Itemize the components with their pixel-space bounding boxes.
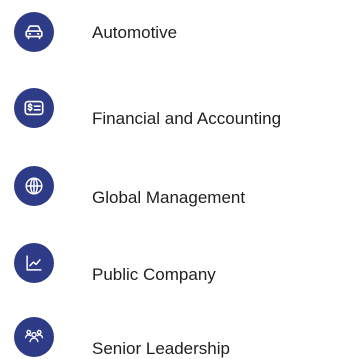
- category-item-automotive[interactable]: Automotive: [14, 12, 344, 52]
- category-item-senior-leadership[interactable]: Senior Leadership: [14, 317, 344, 358]
- car-icon: [14, 12, 54, 52]
- category-label-financial-and-accounting: Financial and Accounting: [92, 109, 282, 128]
- dollar-card-icon: [14, 88, 54, 128]
- category-item-financial-and-accounting[interactable]: Financial and Accounting: [14, 88, 344, 128]
- group-people-icon: [14, 317, 54, 357]
- category-label-public-company: Public Company: [92, 265, 216, 284]
- category-label-senior-leadership: Senior Leadership: [92, 339, 230, 358]
- category-list: Automotive Financial and Accounting Glob: [0, 0, 346, 358]
- globe-icon: [14, 166, 54, 206]
- category-item-global-management[interactable]: Global Management: [14, 166, 344, 207]
- category-item-public-company[interactable]: Public Company: [14, 243, 344, 284]
- trend-chart-icon: [14, 243, 54, 283]
- category-label-automotive: Automotive: [92, 23, 178, 42]
- category-label-global-management: Global Management: [92, 188, 246, 207]
